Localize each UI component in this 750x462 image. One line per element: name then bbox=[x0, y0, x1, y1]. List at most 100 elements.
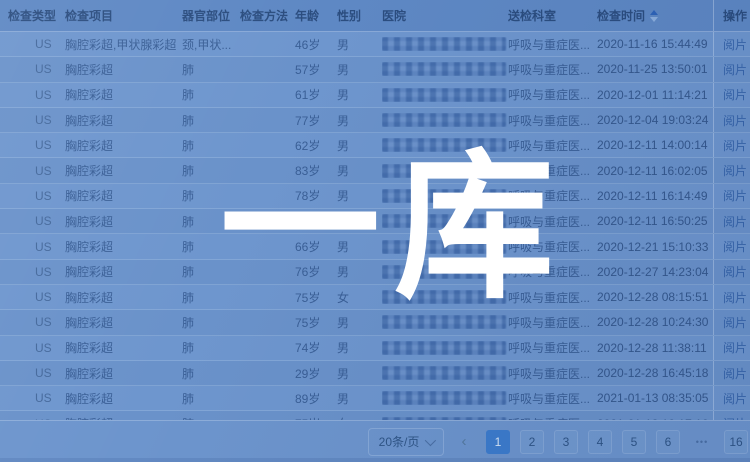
cell-dept: 呼吸与重症医... bbox=[508, 314, 597, 331]
view-film-link[interactable]: 阅片 bbox=[723, 339, 747, 356]
view-film-link[interactable]: 阅片 bbox=[723, 36, 747, 53]
cell-time: 2020-12-11 16:02:05 bbox=[597, 164, 713, 178]
cell-hospital bbox=[382, 62, 508, 76]
table-row: US胸腔彩超肺61岁男呼吸与重症医...2020-12-01 11:14:21阅… bbox=[0, 83, 750, 108]
view-film-link[interactable]: 阅片 bbox=[723, 263, 747, 280]
cell-organ: 肺 bbox=[182, 86, 240, 103]
cell-organ: 肺 bbox=[182, 61, 240, 78]
cell-hospital bbox=[382, 265, 508, 279]
view-film-link[interactable]: 阅片 bbox=[723, 137, 747, 154]
redacted-hospital-name bbox=[382, 138, 506, 152]
chevron-down-icon bbox=[425, 434, 436, 445]
cell-type: US bbox=[8, 391, 65, 405]
column-header-label: 检查项目 bbox=[65, 7, 113, 24]
cell-item: 胸腔彩超 bbox=[65, 213, 182, 230]
cell-action: 阅片 bbox=[713, 285, 750, 309]
cell-item: 胸腔彩超 bbox=[65, 289, 182, 306]
page-button-4[interactable]: 4 bbox=[588, 430, 612, 454]
cell-dept: 呼吸与重症医... bbox=[508, 86, 597, 103]
redacted-hospital-name bbox=[382, 290, 506, 304]
cell-time: 2020-12-01 11:14:21 bbox=[597, 88, 713, 102]
cell-type: US bbox=[8, 214, 65, 228]
view-film-link[interactable]: 阅片 bbox=[723, 390, 747, 407]
cell-time: 2020-11-16 15:44:49 bbox=[597, 37, 713, 51]
cell-age: 66岁 bbox=[295, 238, 337, 255]
column-header-organ: 器官部位 bbox=[182, 7, 240, 24]
redacted-hospital-name bbox=[382, 164, 506, 178]
column-header-label: 检查时间 bbox=[597, 7, 645, 24]
page-button-2[interactable]: 2 bbox=[520, 430, 544, 454]
column-header-label: 性别 bbox=[337, 7, 361, 24]
view-film-link[interactable]: 阅片 bbox=[723, 187, 747, 204]
page-size-select[interactable]: 20条/页 bbox=[368, 428, 444, 456]
table-row: US胸腔彩超肺78岁男呼吸与重症医...2020-12-11 16:14:49阅… bbox=[0, 184, 750, 209]
page-jump-ellipsis[interactable]: ••• bbox=[690, 430, 714, 454]
cell-type: US bbox=[8, 138, 65, 152]
cell-dept: 呼吸与重症医... bbox=[508, 162, 597, 179]
cell-type: US bbox=[8, 189, 65, 203]
table-row: US胸腔彩超肺77岁男呼吸与重症医...2020-12-04 19:03:24阅… bbox=[0, 108, 750, 133]
page-button-5[interactable]: 5 bbox=[622, 430, 646, 454]
cell-action: 阅片 bbox=[713, 108, 750, 132]
cell-dept: 呼吸与重症医... bbox=[508, 36, 597, 53]
view-film-link[interactable]: 阅片 bbox=[723, 365, 747, 382]
cell-organ: 肺 bbox=[182, 238, 240, 255]
data-table: 检查类型检查项目器官部位检查方法年龄性别医院送检科室检查时间操作 US胸腔彩超,… bbox=[0, 0, 750, 437]
column-header-item: 检查项目 bbox=[65, 7, 182, 24]
view-film-link[interactable]: 阅片 bbox=[723, 314, 747, 331]
page-button-1[interactable]: 1 bbox=[486, 430, 510, 454]
cell-hospital bbox=[382, 189, 508, 203]
redacted-hospital-name bbox=[382, 37, 506, 51]
view-film-link[interactable]: 阅片 bbox=[723, 112, 747, 129]
cell-action: 阅片 bbox=[713, 158, 750, 182]
cell-action: 阅片 bbox=[713, 209, 750, 233]
cell-hospital bbox=[382, 88, 508, 102]
cell-action: 阅片 bbox=[713, 310, 750, 334]
cell-age: 89岁 bbox=[295, 390, 337, 407]
cell-action: 阅片 bbox=[713, 83, 750, 107]
cell-type: US bbox=[8, 240, 65, 254]
cell-organ: 肺 bbox=[182, 339, 240, 356]
sort-carets[interactable] bbox=[650, 10, 658, 22]
cell-action: 阅片 bbox=[713, 184, 750, 208]
redacted-hospital-name bbox=[382, 113, 506, 127]
cell-age: 75岁 bbox=[295, 289, 337, 306]
cell-dept: 呼吸与重症医... bbox=[508, 187, 597, 204]
cell-age: 29岁 bbox=[295, 365, 337, 382]
column-header-time[interactable]: 检查时间 bbox=[597, 7, 713, 24]
column-header-hospital: 医院 bbox=[382, 7, 508, 24]
cell-age: 83岁 bbox=[295, 162, 337, 179]
page-button-3[interactable]: 3 bbox=[554, 430, 578, 454]
view-film-link[interactable]: 阅片 bbox=[723, 86, 747, 103]
table-header: 检查类型检查项目器官部位检查方法年龄性别医院送检科室检查时间操作 bbox=[0, 0, 750, 32]
table-row: US胸腔彩超肺75岁男呼吸与重症医...2020-12-28 10:24:30阅… bbox=[0, 310, 750, 335]
page-button-6[interactable]: 6 bbox=[656, 430, 680, 454]
cell-age: 75岁 bbox=[295, 314, 337, 331]
cell-gender: 男 bbox=[337, 238, 382, 255]
redacted-hospital-name bbox=[382, 240, 506, 254]
cell-gender: 男 bbox=[337, 390, 382, 407]
column-header-type: 检查类型 bbox=[8, 7, 65, 24]
redacted-hospital-name bbox=[382, 214, 506, 228]
cell-type: US bbox=[8, 88, 65, 102]
view-film-link[interactable]: 阅片 bbox=[723, 289, 747, 306]
table-body: US胸腔彩超,甲状腺彩超颈,甲状...46岁男呼吸与重症医...2020-11-… bbox=[0, 32, 750, 437]
cell-type: US bbox=[8, 315, 65, 329]
page-button-16[interactable]: 16 bbox=[724, 430, 748, 454]
table-row: US胸腔彩超肺57岁男呼吸与重症医...2020-11-25 13:50:01阅… bbox=[0, 57, 750, 82]
cell-organ: 肺 bbox=[182, 365, 240, 382]
cell-action: 阅片 bbox=[713, 32, 750, 56]
cell-gender: 男 bbox=[337, 339, 382, 356]
cell-age: 76岁 bbox=[295, 263, 337, 280]
prev-page-button[interactable]: ‹ bbox=[454, 429, 474, 455]
cell-dept: 呼吸与重症医... bbox=[508, 213, 597, 230]
cell-age: 62岁 bbox=[295, 137, 337, 154]
view-film-link[interactable]: 阅片 bbox=[723, 162, 747, 179]
view-film-link[interactable]: 阅片 bbox=[723, 238, 747, 255]
cell-organ: 肺 bbox=[182, 137, 240, 154]
view-film-link[interactable]: 阅片 bbox=[723, 61, 747, 78]
column-header-gender: 性别 bbox=[337, 7, 382, 24]
cell-time: 2020-11-25 13:50:01 bbox=[597, 62, 713, 76]
view-film-link[interactable]: 阅片 bbox=[723, 213, 747, 230]
cell-organ: 肺 bbox=[182, 213, 240, 230]
